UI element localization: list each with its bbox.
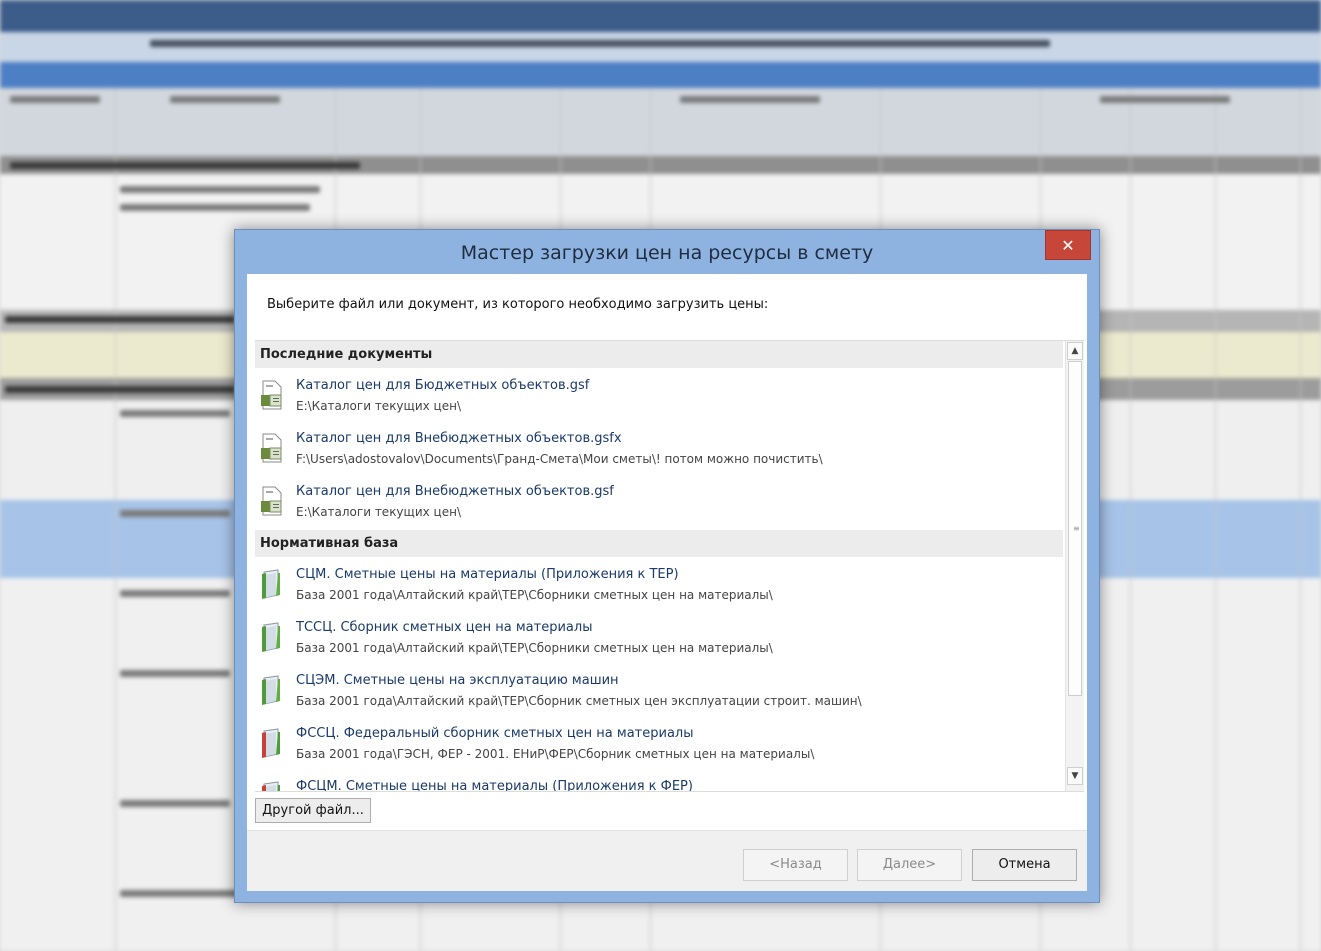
item-name: СЦЭМ. Сметные цены на эксплуатацию машин <box>296 673 619 688</box>
item-name: ТССЦ. Сборник сметных цен на материалы <box>296 620 593 635</box>
cancel-button[interactable]: Отмена <box>972 849 1077 881</box>
price-loading-wizard-dialog: Мастер загрузки цен на ресурсы в смету ✕… <box>234 229 1100 903</box>
item-name: ФССЦ. Федеральный сборник сметных цен на… <box>296 726 694 741</box>
green-book-icon <box>260 569 284 599</box>
list-item[interactable]: Каталог цен для Бюджетных объектов.gsf E… <box>255 370 1063 422</box>
bg-selection-bar <box>0 62 1321 88</box>
item-name: СЦМ. Сметные цены на материалы (Приложен… <box>296 567 679 582</box>
item-path: База 2001 года\Алтайский край\ТЕР\Сборни… <box>296 588 773 602</box>
green-book-icon <box>260 622 284 652</box>
back-button[interactable]: <Назад <box>743 849 848 881</box>
grip-icon: ≡ <box>1073 524 1080 533</box>
red-book-icon <box>260 728 284 758</box>
list-item[interactable]: СЦЭМ. Сметные цены на эксплуатацию машин… <box>255 665 1063 717</box>
group-header-normative-base: Нормативная база <box>255 530 1063 557</box>
close-icon: ✕ <box>1061 236 1075 255</box>
scroll-thumb[interactable]: ≡ <box>1068 361 1082 696</box>
item-path: F:\Users\adostovalov\Documents\Гранд-Сме… <box>296 452 823 466</box>
list-item[interactable]: СЦМ. Сметные цены на материалы (Приложен… <box>255 559 1063 611</box>
item-name: ФСЦМ. Сметные цены на материалы (Приложе… <box>296 779 693 792</box>
item-path: База 2001 года\Алтайский край\ТЕР\Сборни… <box>296 694 862 708</box>
list-item[interactable]: ФССЦ. Федеральный сборник сметных цен на… <box>255 718 1063 770</box>
item-name: Каталог цен для Внебюджетных объектов.gs… <box>296 484 614 499</box>
scroll-down-button[interactable]: ▼ <box>1067 767 1083 785</box>
list-item[interactable]: Каталог цен для Внебюджетных объектов.gs… <box>255 423 1063 475</box>
red-book-icon <box>260 781 284 791</box>
list-item[interactable]: ТССЦ. Сборник сметных цен на материалы Б… <box>255 612 1063 664</box>
source-list[interactable]: Последние документы Каталог цен для Бюдж… <box>255 340 1084 792</box>
dialog-footer: <Назад Далее> Отмена <box>247 830 1087 891</box>
item-name: Каталог цен для Внебюджетных объектов.gs… <box>296 431 622 446</box>
arrow-up-icon: ▲ <box>1071 346 1079 356</box>
next-button[interactable]: Далее> <box>857 849 962 881</box>
arrow-down-icon: ▼ <box>1071 771 1079 781</box>
list-item[interactable]: ФСЦМ. Сметные цены на материалы (Приложе… <box>255 771 1063 792</box>
group-header-recent-documents: Последние документы <box>255 341 1063 368</box>
dialog-titlebar[interactable]: Мастер загрузки цен на ресурсы в смету ✕ <box>235 230 1099 274</box>
item-path: База 2001 года\ГЭСН, ФЕР - 2001. ЕНиР\ФЕ… <box>296 747 815 761</box>
other-file-button[interactable]: Другой файл... <box>255 798 371 823</box>
dialog-content: Выберите файл или документ, из которого … <box>247 274 1087 891</box>
spreadsheet-file-icon <box>260 433 284 463</box>
item-name: Каталог цен для Бюджетных объектов.gsf <box>296 378 590 393</box>
scroll-up-button[interactable]: ▲ <box>1067 342 1083 360</box>
green-book-icon <box>260 675 284 705</box>
dialog-title: Мастер загрузки цен на ресурсы в смету <box>460 242 874 264</box>
item-path: E:\Каталоги текущих цен\ <box>296 399 461 413</box>
item-path: E:\Каталоги текущих цен\ <box>296 505 461 519</box>
bg-top-bar <box>0 0 1321 32</box>
bg-title-row <box>0 32 1321 62</box>
spreadsheet-file-icon <box>260 486 284 516</box>
close-button[interactable]: ✕ <box>1045 230 1091 260</box>
instruction-text: Выберите файл или документ, из которого … <box>267 297 769 312</box>
list-item[interactable]: Каталог цен для Внебюджетных объектов.gs… <box>255 476 1063 528</box>
list-scrollbar[interactable]: ▲ ≡ ▼ <box>1065 341 1084 791</box>
spreadsheet-file-icon <box>260 380 284 410</box>
item-path: База 2001 года\Алтайский край\ТЕР\Сборни… <box>296 641 773 655</box>
